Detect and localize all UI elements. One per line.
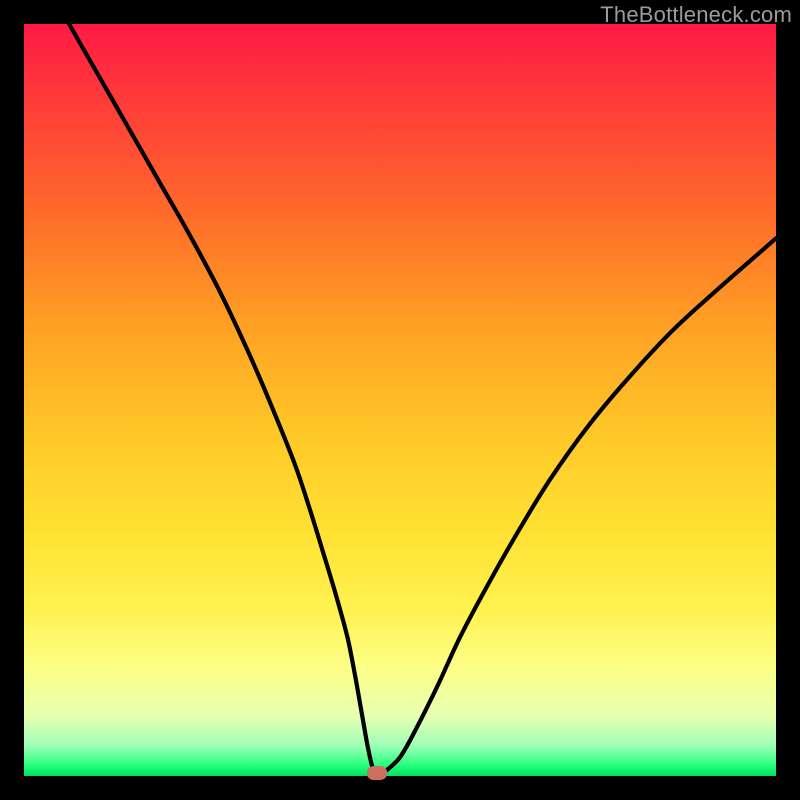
curve-path (69, 24, 776, 775)
chart-stage: TheBottleneck.com (0, 0, 800, 800)
min-point-marker (367, 766, 387, 780)
bottleneck-curve (24, 24, 776, 776)
plot-area (24, 24, 776, 776)
watermark-text: TheBottleneck.com (600, 2, 792, 28)
